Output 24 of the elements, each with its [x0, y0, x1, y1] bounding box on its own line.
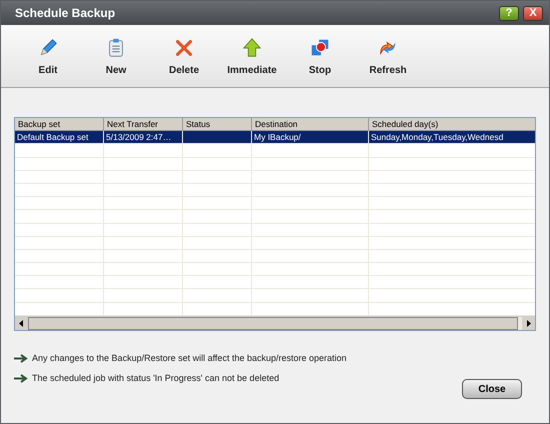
- column-header[interactable]: Scheduled day(s): [368, 118, 535, 131]
- table-cell: 5/13/2009 2:47…: [104, 130, 182, 144]
- column-header[interactable]: Backup set: [15, 118, 104, 131]
- arrow-icon: [14, 354, 28, 362]
- window-title: Schedule Backup: [15, 6, 116, 20]
- table-row[interactable]: Default Backup set 5/13/2009 2:47… My IBackup/ Sunday,Monday,Tuesday,Wednesd: [15, 130, 535, 144]
- table-cell: My IBackup/: [252, 130, 368, 144]
- immediate-button[interactable]: Immediate: [221, 25, 283, 87]
- close-button[interactable]: Close: [462, 379, 522, 399]
- arrow-icon: [14, 374, 28, 382]
- table-cell: Default Backup set: [15, 130, 104, 144]
- refresh-button[interactable]: Refresh: [357, 25, 419, 87]
- table-cell: Sunday,Monday,Tuesday,Wednesd: [368, 130, 535, 144]
- column-header[interactable]: Destination: [252, 118, 368, 131]
- note-text: Any changes to the Backup/Restore set will affect the backup/restore operation: [32, 353, 347, 363]
- stop-button[interactable]: Stop: [289, 25, 351, 87]
- column-header[interactable]: Next Transfer: [104, 118, 182, 131]
- edit-button[interactable]: Edit: [17, 25, 79, 87]
- column-header[interactable]: Status: [182, 118, 252, 131]
- up-arrow-icon: [241, 36, 263, 58]
- delete-button[interactable]: Delete: [153, 25, 215, 87]
- note-text: The scheduled job with status 'In Progress' can not be deleted: [32, 373, 280, 383]
- close-button[interactable]: X: [523, 6, 543, 20]
- new-button[interactable]: New: [85, 25, 147, 87]
